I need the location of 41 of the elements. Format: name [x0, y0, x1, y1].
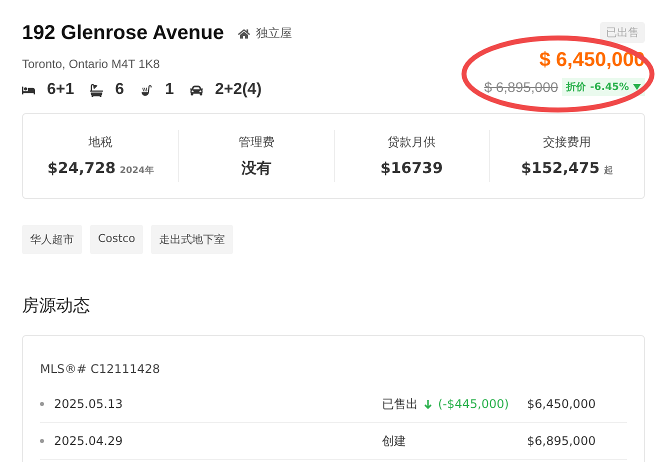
feature-tag: 走出式地下室 — [151, 225, 234, 254]
bed-icon — [22, 84, 35, 96]
stat-value: 没有 — [241, 159, 272, 178]
stat-label: 管理费 — [238, 134, 274, 151]
feature-count: 2+2(4) — [214, 81, 262, 99]
feature-count: 6+1 — [47, 81, 74, 99]
down-triangle-icon — [633, 84, 641, 90]
timeline-dot — [40, 402, 44, 406]
down-arrow-icon — [424, 400, 432, 408]
status-badge: 已出售 — [600, 22, 645, 43]
event-price: $6,895,000 — [527, 434, 597, 448]
stat-label: 地税 — [88, 134, 113, 151]
feature-tag: Costco — [90, 225, 144, 254]
original-price: $ 6,895,000 — [484, 79, 558, 95]
timeline-dot — [40, 439, 44, 443]
section-title: 房源动态 — [22, 295, 91, 317]
stat-suffix: 起 — [604, 164, 613, 177]
kitchen-icon — [140, 84, 154, 96]
stat-value: $152,475 — [520, 159, 600, 177]
event-price: $6,450,000 — [527, 397, 597, 411]
event-date: 2025.05.13 — [54, 397, 124, 411]
feature-count: 1 — [165, 81, 174, 99]
listing-address: 192 Glenrose Avenue — [22, 22, 224, 45]
stat-label: 贷款月供 — [388, 134, 436, 151]
feature-count: 6 — [115, 81, 124, 99]
listing-city: Toronto, Ontario M4T 1K8 — [22, 57, 161, 71]
feature-tag: 华人超市 — [22, 225, 82, 254]
stat-suffix: 2024年 — [120, 164, 154, 177]
bath-icon — [90, 84, 104, 96]
parking-icon — [190, 84, 203, 96]
stat-value: $16739 — [380, 159, 443, 177]
event-label: 创建 — [382, 432, 406, 450]
event-date: 2025.04.29 — [54, 434, 124, 448]
price-change: (-$445,000) — [438, 397, 509, 411]
stat-value: $24,728 — [47, 159, 116, 177]
discount-badge: 折价 -6.45% — [562, 78, 645, 96]
mls-number: MLS®# C12111428 — [40, 362, 161, 376]
house-icon — [238, 28, 250, 40]
event-label: 已售出 — [382, 396, 418, 412]
stat-label: 交接费用 — [542, 134, 591, 151]
property-type: 独立屋 — [256, 25, 292, 42]
